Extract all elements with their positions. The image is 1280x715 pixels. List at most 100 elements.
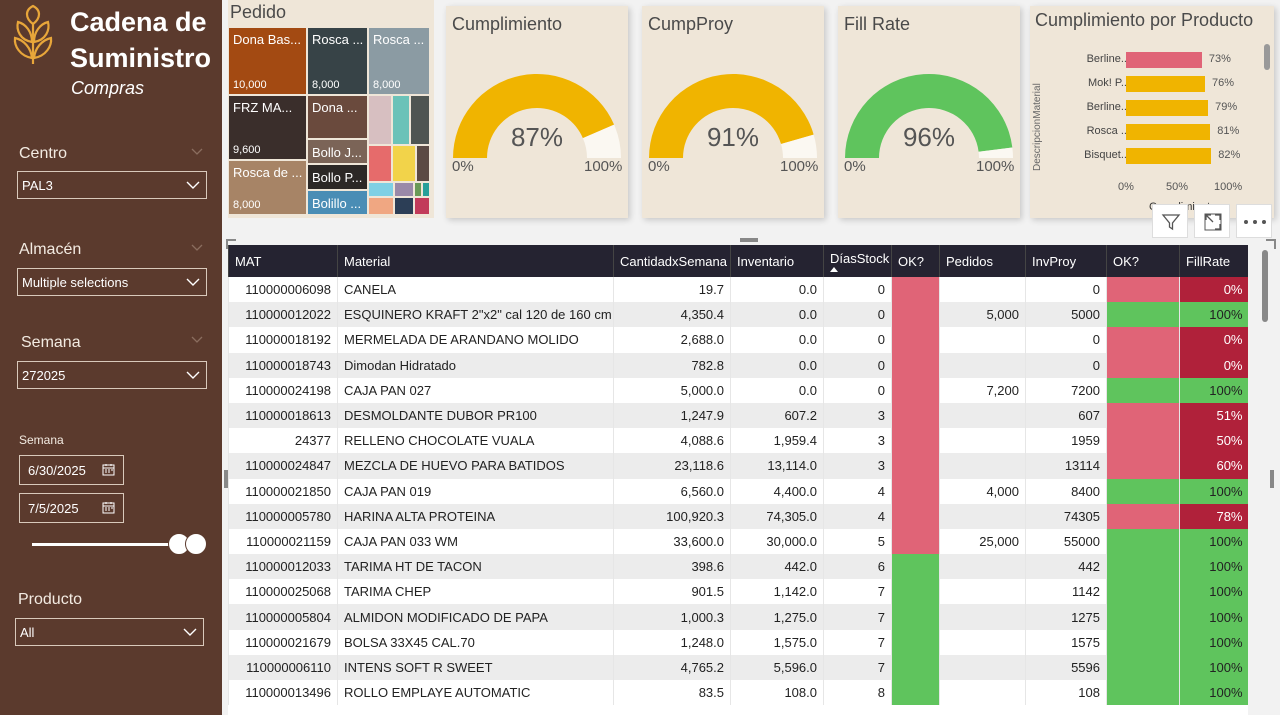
treemap-tile[interactable]: Rosca ... 8,000	[368, 27, 430, 95]
treemap-tile[interactable]: FRZ MA... 9,600	[228, 95, 307, 160]
treemap-tile-small[interactable]	[414, 182, 422, 197]
treemap-tile-small[interactable]	[368, 182, 394, 197]
treemap-tile[interactable]: Dona ...	[307, 95, 368, 139]
chart-bar[interactable]	[1126, 124, 1211, 140]
treemap-tile-small[interactable]	[414, 197, 430, 215]
cell-invproy: 1142	[1025, 579, 1107, 605]
table-row[interactable]: 110000006098 CANELA 19.7 0.0 0 0 0%	[228, 277, 1248, 303]
treemap-tile-small[interactable]	[368, 197, 394, 215]
col-header-inventario[interactable]: Inventario	[730, 245, 824, 277]
treemap-tile[interactable]: Bollo J...	[307, 139, 368, 164]
cell-mat: 24377	[228, 428, 338, 454]
table-row[interactable]: 110000018192 MERMELADA DE ARANDANO MOLIDO…	[228, 327, 1248, 353]
treemap-tile-small[interactable]	[410, 95, 430, 145]
more-options-button[interactable]	[1236, 204, 1272, 238]
treemap-tile-small[interactable]	[392, 95, 410, 145]
gauge-cumplimiento[interactable]: Cumplimiento 87% 0% 100%	[446, 6, 628, 218]
treemap-tile-small[interactable]	[394, 182, 414, 197]
col-header-ok1[interactable]: OK?	[891, 245, 940, 277]
gauge-min: 0%	[844, 158, 866, 175]
cell-material: CAJA PAN 019	[337, 478, 614, 504]
gauge-fill-rate[interactable]: Fill Rate 96% 0% 100%	[838, 6, 1020, 218]
semana-dropdown[interactable]: 272025	[17, 361, 207, 389]
col-header-cantidad[interactable]: CantidadxSemana	[613, 245, 731, 277]
cell-ok2	[1106, 503, 1180, 529]
chart-scrollbar[interactable]	[1264, 44, 1270, 70]
col-header-pedidos[interactable]: Pedidos	[939, 245, 1026, 277]
table-row[interactable]: 110000021679 BOLSA 33X45 CAL.70 1,248.0 1,5…	[228, 629, 1248, 655]
table-row[interactable]: 110000005780 HARINA ALTA PROTEINA 100,920.…	[228, 503, 1248, 529]
cell-fillrate: 100%	[1179, 478, 1248, 504]
chart-bar[interactable]	[1126, 148, 1212, 164]
chart-data-label: 76%	[1212, 77, 1235, 89]
chevron-down-icon[interactable]	[190, 144, 204, 158]
treemap-tile-small[interactable]	[392, 145, 416, 182]
treemap-tile[interactable]: Rosca de ... 8,000	[228, 160, 307, 215]
producto-value: All	[20, 625, 35, 640]
treemap-tile[interactable]: Bolillo ...	[307, 190, 368, 215]
gauge-max: 100%	[584, 158, 623, 175]
table-row[interactable]: 110000018613 DESMOLDANTE DUBOR PR100 1,247…	[228, 402, 1248, 429]
treemap-tile[interactable]: Dona Bas... 10,000	[228, 27, 307, 95]
table-row[interactable]: 24377 RELLENO CHOCOLATE VUALA 4,088.6 1,959…	[228, 428, 1248, 454]
chart-bar[interactable]	[1126, 100, 1209, 116]
table-scrollbar[interactable]	[1262, 250, 1268, 322]
cell-ok2	[1106, 428, 1180, 454]
centro-dropdown[interactable]: PAL3	[17, 171, 207, 199]
chevron-down-icon[interactable]	[190, 332, 204, 346]
cell-pedidos: 5,000	[939, 302, 1026, 328]
col-header-material[interactable]: Material	[337, 245, 614, 277]
visual-resize-handle[interactable]	[740, 238, 758, 242]
table-row[interactable]: 110000024847 MEZCLA DE HUEVO PARA BATIDOS…	[228, 453, 1248, 479]
table-row[interactable]: 110000025068 TARIMA CHEP 901.5 1,142.0 7 1142…	[228, 579, 1248, 605]
treemap-tile[interactable]: Rosca ... 8,000	[307, 27, 368, 95]
focus-mode-button[interactable]	[1194, 204, 1230, 238]
cell-ok1	[891, 277, 940, 303]
cell-diasstock: 4	[823, 478, 892, 504]
cell-mat: 110000024198	[228, 377, 338, 403]
table-row[interactable]: 110000024198 CAJA PAN 027 5,000.0 0.0 0 7,200…	[228, 377, 1248, 403]
visual-resize-handle[interactable]	[1270, 470, 1274, 488]
chart-bar[interactable]	[1126, 76, 1206, 92]
cell-pedidos	[939, 352, 1026, 378]
col-header-invproy[interactable]: InvProy	[1025, 245, 1107, 277]
table-row[interactable]: 110000021850 CAJA PAN 019 6,560.0 4,400.0 4 4…	[228, 478, 1248, 504]
visual-resize-handle[interactable]	[224, 470, 228, 488]
table-row[interactable]: 110000012022 ESQUINERO KRAFT 2"x2" cal 12…	[228, 302, 1248, 328]
treemap-tile[interactable]: Bollo P...	[307, 164, 368, 190]
table-row[interactable]: 110000012033 TARIMA HT DE TACON 398.6 442.0…	[228, 554, 1248, 580]
col-header-ok2[interactable]: OK?	[1106, 245, 1180, 277]
calendar-icon[interactable]	[102, 501, 115, 514]
cumplimiento-por-producto-chart[interactable]: Cumplimiento por Producto DescripcionMat…	[1030, 6, 1274, 218]
calendar-icon[interactable]	[102, 463, 115, 476]
end-date-input[interactable]: 7/5/2025	[19, 493, 124, 523]
chart-bar[interactable]	[1126, 52, 1202, 68]
table-row[interactable]: 110000006110 INTENS SOFT R SWEET 4,765.2 5,…	[228, 654, 1248, 680]
cell-fillrate: 100%	[1179, 554, 1248, 580]
visual-corner-handle[interactable]	[1266, 239, 1276, 249]
slider-end-handle[interactable]	[185, 533, 207, 555]
cell-cantidad: 19.7	[613, 277, 731, 303]
table-row[interactable]: 110000013496 ROLLO EMPLAYE AUTOMATIC 83.5 1…	[228, 680, 1248, 706]
col-header-mat[interactable]: MAT	[228, 245, 338, 277]
producto-dropdown[interactable]: All	[15, 618, 204, 646]
treemap-tile-small[interactable]	[416, 145, 430, 182]
table-row[interactable]: 110000021159 CAJA PAN 033 WM 33,600.0 30,00…	[228, 528, 1248, 555]
start-date-input[interactable]: 6/30/2025	[19, 455, 124, 485]
date-slider-track[interactable]	[32, 543, 182, 546]
treemap-tile-small[interactable]	[394, 197, 414, 215]
treemap-tile-small[interactable]	[368, 95, 392, 145]
filter-button[interactable]	[1152, 204, 1188, 238]
table-row[interactable]: 110000018743 Dimodan Hidratado 782.8 0.0 0 0 0…	[228, 352, 1248, 378]
gauge-cumpproy[interactable]: CumpProy 91% 0% 100%	[642, 6, 824, 218]
chevron-down-icon[interactable]	[190, 240, 204, 254]
cell-invproy: 0	[1025, 352, 1107, 378]
col-header-fillrate[interactable]: FillRate	[1179, 245, 1248, 277]
almacen-dropdown[interactable]: Multiple selections	[17, 268, 207, 296]
sidebar: Cadena de Suministro Compras Centro PAL3…	[0, 0, 222, 715]
treemap-tile-small[interactable]	[422, 182, 430, 197]
col-header-diasstock[interactable]: DíasStock	[823, 245, 892, 277]
pedido-treemap[interactable]: Pedido Dona Bas... 10,000 Rosca ... 8,00…	[228, 0, 434, 218]
treemap-tile-small[interactable]	[368, 145, 392, 182]
table-row[interactable]: 110000005804 ALMIDON MODIFICADO DE PAPA 1,…	[228, 604, 1248, 630]
